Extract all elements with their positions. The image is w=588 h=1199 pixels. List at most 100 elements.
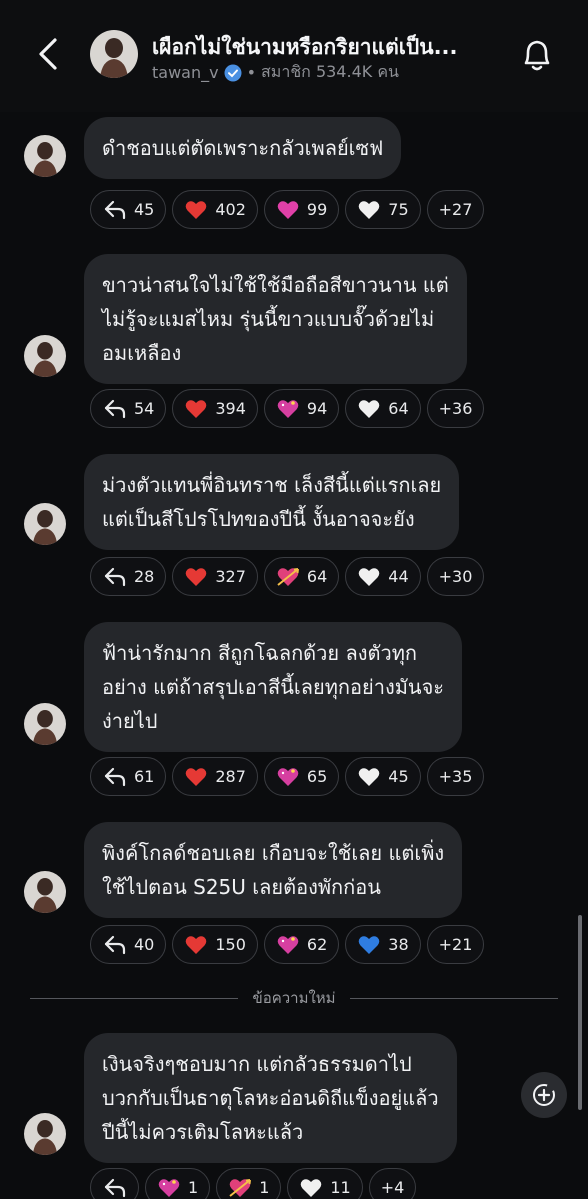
divider-label: ข้อความใหม่ [252, 989, 336, 1007]
reaction-chip[interactable]: 38 [345, 925, 421, 964]
new-messages-divider: ข้อความใหม่ [30, 986, 559, 1010]
heart-with-arrow-icon [228, 1176, 252, 1199]
reply-chip[interactable] [90, 1168, 139, 1199]
channel-avatar[interactable] [90, 30, 138, 78]
message-line: ไม่รู้จะแมสไหม รุ่นนี้ขาวแบบจั๊วด้วยไม่ [102, 307, 435, 331]
white-heart-icon [357, 198, 381, 222]
message-line: พิงค์โกลด์ชอบเลย เกือบจะใช้เลย แต่เพิ่ง [102, 841, 445, 865]
message-line: แต่เป็นสีโปรโปทของปีนี้ งั้นอาจจะยัง [102, 507, 415, 531]
reaction-bar: 61 287 65 45 +35 [90, 757, 485, 796]
reaction-count: 62 [306, 935, 328, 954]
divider-line [349, 997, 559, 999]
reply-count: 28 [134, 567, 155, 586]
message-bubble[interactable]: พิงค์โกลด์ชอบเลย เกือบจะใช้เลย แต่เพิ่ง … [84, 822, 463, 918]
sender-avatar[interactable] [24, 503, 66, 545]
reply-arrow-icon [104, 567, 126, 586]
reaction-bar: 1 1 11 +4 [90, 1168, 417, 1199]
reply-chip[interactable]: 54 [90, 389, 167, 428]
reaction-count: 394 [215, 399, 246, 418]
reaction-chip[interactable]: 1 [145, 1168, 211, 1199]
reaction-chip[interactable]: 94 [263, 389, 340, 428]
reaction-count: 94 [306, 399, 328, 418]
more-reactions-chip[interactable]: +35 [426, 757, 485, 796]
subtitle-separator: • [246, 63, 257, 82]
more-reactions-chip[interactable]: +30 [426, 557, 485, 596]
red-heart-icon [184, 765, 208, 789]
more-count: +35 [438, 767, 473, 786]
reaction-chip[interactable]: 150 [172, 925, 258, 964]
message-bubble[interactable]: เงินจริงๆชอบมาก แต่กลัวธรรมดาไป บวกกับเป… [84, 1033, 457, 1163]
message-bubble[interactable]: ม่วงตัวแทนพี่อินทราช เล็งสีนี้แต่แรกเลย … [84, 454, 460, 550]
more-reactions-chip[interactable]: +21 [426, 925, 485, 964]
message-bubble[interactable]: ขาวน่าสนใจไม่ใช้ใช้มือถือสีขาวนาน แต่ ไม… [84, 254, 467, 384]
message-line: อมเหลือง [102, 341, 182, 365]
divider-line [30, 997, 239, 999]
reply-chip[interactable]: 45 [90, 190, 167, 229]
reply-count: 54 [134, 399, 155, 418]
sender-avatar[interactable] [24, 135, 66, 177]
reaction-count: 402 [215, 200, 246, 219]
sender-avatar[interactable] [24, 1113, 66, 1155]
sparkling-heart-icon [276, 933, 300, 957]
message-line: ฟ้าน่ารักมาก สีถูกโฉลกด้วย ลงตัวทุก [102, 641, 418, 665]
notifications-button[interactable] [516, 34, 558, 76]
message-bubble[interactable]: ฟ้าน่ารักมาก สีถูกโฉลกด้วย ลงตัวทุก อย่า… [84, 622, 463, 752]
reaction-chip[interactable]: 62 [263, 925, 340, 964]
reaction-count: 75 [388, 200, 409, 219]
reaction-bar: 28 327 64 44 +30 [90, 557, 485, 596]
reaction-count: 38 [388, 935, 409, 954]
more-reactions-chip[interactable]: +4 [368, 1168, 417, 1199]
chat-header: เผือกไม่ใช่นามหรือกริยาแต่เป็น... tawan_… [0, 0, 588, 112]
message-bubble[interactable]: ดำชอบแต่ตัดเพราะกลัวเพลย์เซฟ [84, 117, 402, 179]
reaction-count: 150 [215, 935, 246, 954]
more-reactions-chip[interactable]: +36 [426, 389, 485, 428]
white-heart-icon [357, 765, 381, 789]
more-reactions-chip[interactable]: +27 [426, 190, 485, 229]
reaction-chip[interactable]: 64 [345, 389, 421, 428]
add-reaction-button[interactable] [521, 1072, 567, 1118]
members-count: สมาชิก 534.4K คน [261, 62, 399, 81]
red-heart-icon [184, 565, 208, 589]
reaction-chip[interactable]: 1 [216, 1168, 282, 1199]
back-button[interactable] [30, 34, 66, 74]
verified-badge-icon [224, 64, 242, 82]
sender-avatar[interactable] [24, 871, 66, 913]
sparkling-heart-icon [276, 765, 300, 789]
pink-heart-icon [276, 198, 300, 222]
reaction-chip[interactable]: 327 [172, 557, 258, 596]
sparkling-heart-icon [157, 1176, 181, 1199]
reply-chip[interactable]: 61 [90, 757, 167, 796]
reaction-count: 45 [388, 767, 409, 786]
reaction-chip[interactable]: 44 [345, 557, 421, 596]
reply-chip[interactable]: 28 [90, 557, 167, 596]
reaction-chip[interactable]: 64 [263, 557, 340, 596]
scrollbar[interactable] [578, 915, 582, 1110]
sender-avatar[interactable] [24, 703, 66, 745]
white-heart-icon [357, 397, 381, 421]
message-line: ม่วงตัวแทนพี่อินทราช เล็งสีนี้แต่แรกเลย [102, 473, 442, 497]
red-heart-icon [184, 198, 208, 222]
reaction-chip[interactable]: 99 [263, 190, 340, 229]
reaction-chip[interactable]: 11 [287, 1168, 363, 1199]
reply-chip[interactable]: 40 [90, 925, 167, 964]
reaction-chip[interactable]: 65 [263, 757, 340, 796]
reaction-count: 64 [388, 399, 409, 418]
reaction-chip[interactable]: 45 [345, 757, 421, 796]
reaction-count: 327 [215, 567, 246, 586]
reaction-count: 11 [330, 1178, 351, 1197]
reply-count: 40 [134, 935, 155, 954]
reply-arrow-icon [104, 767, 126, 786]
more-count: +30 [438, 567, 473, 586]
white-heart-icon [357, 565, 381, 589]
red-heart-icon [184, 397, 208, 421]
reaction-chip[interactable]: 402 [172, 190, 258, 229]
sender-avatar[interactable] [24, 335, 66, 377]
reaction-bar: 40 150 62 38 +21 [90, 925, 485, 964]
message-line: บวกกับเป็นธาตุโลหะอ่อนดิถีแข็งอยู่แล้ว [102, 1086, 439, 1110]
reaction-count: 1 [259, 1178, 270, 1197]
reaction-chip[interactable]: 287 [172, 757, 258, 796]
reaction-chip[interactable]: 394 [172, 389, 258, 428]
message-line: ใช้ไปตอน S25U เลยต้องพักก่อน [102, 875, 381, 899]
more-count: +4 [380, 1178, 405, 1197]
reaction-chip[interactable]: 75 [345, 190, 421, 229]
